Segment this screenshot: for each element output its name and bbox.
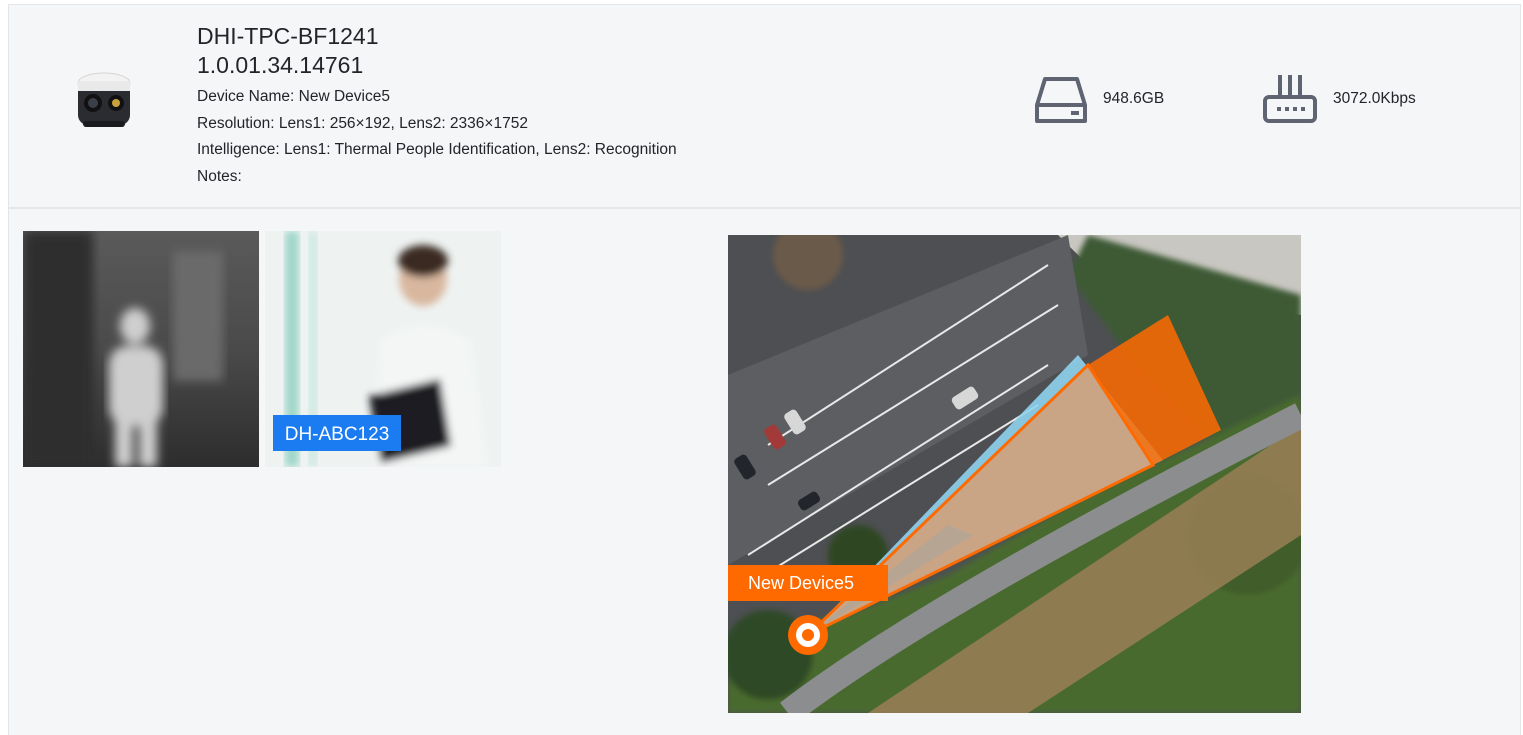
storage-stat: 948.6GB — [1035, 73, 1164, 125]
device-location-map[interactable]: New Device5 — [728, 235, 1301, 713]
device-name-line: Device Name: New Device5 — [197, 88, 390, 105]
visible-snapshot[interactable]: DH-ABC123 — [265, 231, 501, 467]
thermal-camera-icon — [77, 72, 131, 127]
firmware-version: 1.0.01.34.14761 — [197, 52, 364, 78]
device-detail-panel: DHI-TPC-BF1241 1.0.01.34.14761 Device Na… — [8, 4, 1521, 735]
camera-location-marker[interactable] — [788, 615, 828, 655]
storage-value: 948.6GB — [1103, 90, 1165, 107]
device-model: DHI-TPC-BF1241 — [197, 23, 379, 49]
intelligence-line: Intelligence: Lens1: Thermal People Iden… — [197, 141, 677, 158]
router-icon — [1263, 75, 1317, 123]
thermal-snapshot[interactable] — [23, 231, 259, 467]
resolution-line: Resolution: Lens1: 256×192, Lens2: 2336×… — [197, 115, 528, 132]
device-info-header: DHI-TPC-BF1241 1.0.01.34.14761 Device Na… — [9, 5, 1520, 209]
map-device-label: New Device5 — [748, 573, 854, 593]
bitrate-stat: 3072.0Kbps — [1263, 73, 1416, 125]
bitrate-value: 3072.0Kbps — [1333, 90, 1416, 107]
hard-drive-icon — [1035, 77, 1087, 123]
notes-line: Notes: — [197, 168, 242, 185]
plate-label: DH-ABC123 — [285, 424, 390, 445]
